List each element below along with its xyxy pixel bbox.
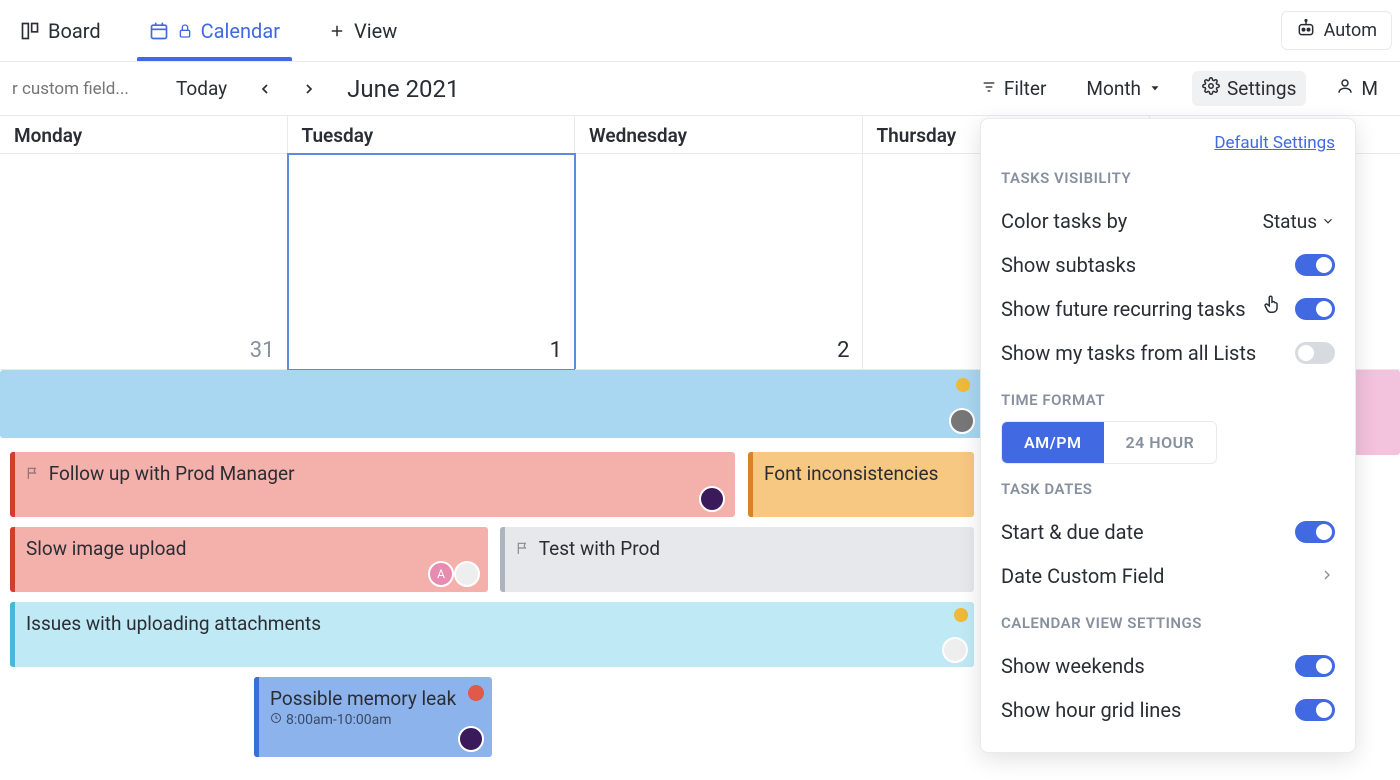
chevron-right-icon (1319, 564, 1335, 588)
setting-show-my-tasks: Show my tasks from all Lists (1001, 331, 1335, 375)
calendar-icon (149, 21, 169, 41)
status-dot-icon (954, 608, 968, 622)
task-label: Follow up with Prod Manager (49, 462, 295, 485)
settings-button[interactable]: Settings (1192, 71, 1306, 106)
setting-show-subtasks: Show subtasks (1001, 243, 1335, 287)
task-memory-leak[interactable]: Possible memory leak 8:00am-10:00am (254, 677, 492, 757)
toggle-show-my-tasks[interactable] (1295, 342, 1335, 364)
day-header-tuesday: Tuesday (288, 116, 576, 153)
setting-label: Show hour grid lines (1001, 698, 1181, 722)
section-calendar-view-label: CALENDAR VIEW SETTINGS (1001, 614, 1335, 632)
section-task-dates-label: TASK DATES (1001, 480, 1335, 498)
gear-icon (1202, 77, 1220, 100)
flag-icon (26, 462, 45, 485)
date-2: 2 (837, 338, 849, 363)
date-31: 31 (250, 338, 275, 363)
settings-panel: Default Settings TASKS VISIBILITY Color … (980, 118, 1356, 753)
month-label: June 2021 (347, 75, 459, 103)
tab-board-label: Board (48, 19, 101, 43)
clock-icon (270, 712, 282, 728)
next-month-button[interactable] (295, 75, 323, 103)
setting-label: Show subtasks (1001, 253, 1136, 277)
tab-add-view-label: View (354, 19, 397, 43)
task-label: Slow image upload (26, 537, 186, 560)
tab-board[interactable]: Board (8, 0, 113, 61)
task-label: Font inconsistencies (764, 462, 938, 485)
robot-icon (1296, 18, 1316, 43)
setting-label: Color tasks by (1001, 209, 1127, 233)
day-header-wednesday: Wednesday (575, 116, 863, 153)
range-label: Month (1086, 77, 1141, 100)
automate-label: Autom (1324, 20, 1377, 41)
default-settings-link[interactable]: Default Settings (1001, 133, 1335, 153)
avatar (949, 408, 975, 434)
section-visibility-label: TASKS VISIBILITY (1001, 169, 1335, 187)
section-time-format-label: TIME FORMAT (1001, 391, 1335, 409)
day-header-monday: Monday (0, 116, 288, 153)
filter-icon (981, 77, 997, 100)
calendar-toolbar: Today June 2021 Filter Month Settings (0, 62, 1400, 116)
automate-button[interactable]: Autom (1281, 11, 1392, 50)
tab-calendar[interactable]: Calendar (137, 0, 292, 61)
task-bar-unlabeled-pink[interactable] (1354, 370, 1400, 455)
task-time: 8:00am-10:00am (286, 712, 392, 728)
prev-month-button[interactable] (251, 75, 279, 103)
task-label: Issues with uploading attachments (26, 612, 321, 635)
avatar: A (428, 561, 454, 587)
setting-label: Show my tasks from all Lists (1001, 341, 1256, 365)
me-button[interactable]: M (1326, 71, 1388, 106)
setting-show-future-recurring: Show future recurring tasks (1001, 287, 1335, 331)
avatar (454, 561, 480, 587)
toggle-show-subtasks[interactable] (1295, 254, 1335, 276)
me-label: M (1361, 77, 1378, 100)
segment-ampm[interactable]: AM/PM (1002, 422, 1104, 463)
tab-calendar-label: Calendar (201, 19, 280, 43)
toggle-show-weekends[interactable] (1295, 655, 1335, 677)
color-tasks-by-dropdown[interactable]: Status (1263, 210, 1335, 233)
date-1: 1 (550, 338, 562, 363)
setting-date-custom-field[interactable]: Date Custom Field (1001, 554, 1335, 598)
today-button[interactable]: Today (168, 73, 235, 104)
avatar (942, 637, 968, 663)
setting-label: Show weekends (1001, 654, 1145, 678)
status-dot-icon (956, 378, 970, 392)
setting-label: Show future recurring tasks (1001, 297, 1246, 321)
task-issues-uploading[interactable]: Issues with uploading attachments (10, 602, 974, 667)
plus-icon (328, 22, 346, 40)
task-label: Test with Prod (539, 537, 660, 560)
toggle-show-future-recurring[interactable] (1295, 298, 1335, 320)
toggle-start-due-date[interactable] (1295, 521, 1335, 543)
setting-show-hour-grid: Show hour grid lines (1001, 688, 1335, 732)
lock-icon (177, 23, 193, 39)
task-font-inconsistencies[interactable]: Font inconsistencies (748, 452, 974, 517)
range-dropdown[interactable]: Month (1076, 71, 1172, 106)
blocked-icon (468, 685, 484, 701)
setting-show-weekends: Show weekends (1001, 644, 1335, 688)
segment-24hour[interactable]: 24 HOUR (1104, 422, 1217, 463)
task-label: Possible memory leak (270, 687, 480, 710)
setting-label: Date Custom Field (1001, 564, 1164, 588)
avatar (699, 486, 725, 512)
tab-add-view[interactable]: View (316, 0, 409, 61)
task-slow-image-upload[interactable]: Slow image upload A (10, 527, 488, 592)
cursor-icon (1261, 293, 1283, 320)
custom-field-input[interactable] (12, 79, 152, 99)
flag-icon (516, 537, 535, 560)
setting-start-due-date: Start & due date (1001, 510, 1335, 554)
task-test-with-prod[interactable]: Test with Prod (500, 527, 974, 592)
person-icon (1336, 77, 1354, 100)
avatar (458, 726, 484, 752)
filter-label: Filter (1004, 77, 1046, 100)
filter-button[interactable]: Filter (971, 71, 1056, 106)
settings-label: Settings (1227, 77, 1296, 100)
chevron-down-icon (1148, 77, 1162, 100)
toggle-show-hour-grid[interactable] (1295, 699, 1335, 721)
view-tabs: Board Calendar View Autom (0, 0, 1400, 62)
task-follow-up[interactable]: Follow up with Prod Manager (10, 452, 735, 517)
time-format-segmented: AM/PM 24 HOUR (1001, 421, 1217, 464)
board-icon (20, 21, 40, 41)
setting-label: Start & due date (1001, 520, 1144, 544)
setting-color-tasks-by[interactable]: Color tasks by Status (1001, 199, 1335, 243)
